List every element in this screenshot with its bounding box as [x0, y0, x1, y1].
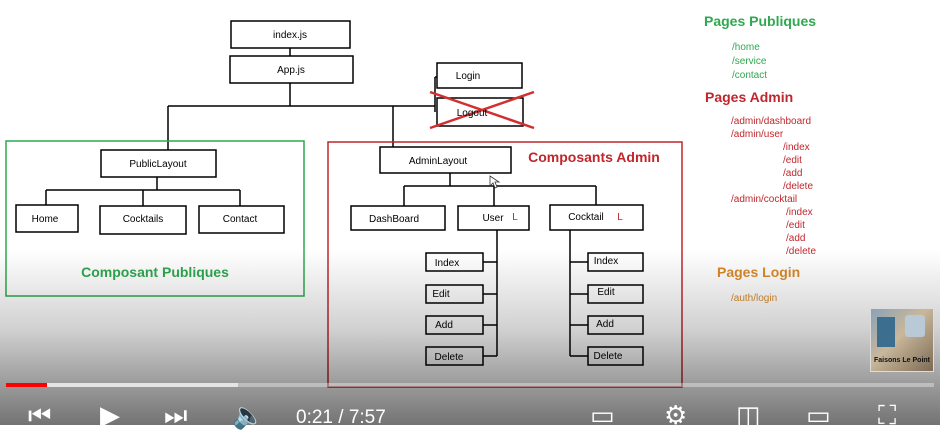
theater-mode-icon[interactable]: ▭: [806, 401, 831, 431]
node-cocktail: Cocktail: [568, 212, 604, 223]
node-logout: Logout: [457, 108, 488, 119]
channel-name: Faisons Le Point: [873, 357, 930, 364]
connectors: [45, 48, 597, 357]
admin-group-title: Composants Admin: [528, 149, 660, 165]
node-cocktail-edit: Edit: [597, 287, 614, 298]
routes-admin-title: Pages Admin: [705, 89, 793, 105]
progress-played: [6, 383, 47, 387]
route-lists: Pages Publiques/home/service/contact Page…: [704, 13, 816, 304]
subtitles-icon[interactable]: ▭: [590, 401, 615, 431]
route-public-item: /contact: [732, 70, 767, 81]
node-cocktail-index: Index: [594, 256, 618, 267]
routes-login-title: Pages Login: [717, 264, 800, 280]
node-public-layout: PublicLayout: [129, 159, 186, 170]
node-user: User: [482, 213, 504, 224]
route-admin-item: /admin/dashboard: [731, 116, 811, 127]
progress-bar[interactable]: [6, 383, 934, 387]
node-user-delete: Delete: [435, 352, 464, 363]
public-group-title: Composant Publiques: [81, 264, 229, 280]
fullscreen-icon[interactable]: ⛶: [878, 401, 896, 431]
route-admin-item: /delete: [783, 181, 813, 192]
node-home: Home: [32, 214, 59, 225]
node-cocktail-edit-box: [587, 284, 644, 304]
node-cocktail-delete: Delete: [594, 351, 623, 362]
play-icon[interactable]: ▶: [100, 401, 120, 431]
node-cocktail-add: Add: [596, 319, 614, 330]
previous-icon[interactable]: ⏮: [28, 401, 51, 431]
thumbnail-figure: [877, 317, 895, 347]
route-admin-item: /add: [783, 168, 802, 179]
node-dashboard: DashBoard: [369, 214, 419, 225]
time-display: 0:21 / 7:57: [296, 407, 386, 428]
next-icon[interactable]: ⏭: [164, 401, 187, 431]
route-admin-item: /edit: [786, 220, 805, 231]
miniplayer-icon[interactable]: ◫: [736, 401, 761, 431]
node-user-edit: Edit: [432, 289, 449, 300]
route-admin-item: /index: [783, 142, 810, 153]
architecture-diagram: index.js App.js Login Logout PublicLayou…: [5, 13, 816, 388]
node-index-js: index.js: [273, 30, 307, 41]
route-public-item: /service: [732, 56, 767, 67]
route-login-item: /auth/login: [731, 293, 777, 304]
node-cocktails: Cocktails: [123, 214, 164, 225]
user-marker: L: [512, 212, 518, 223]
route-admin-item: /delete: [786, 246, 816, 257]
settings-icon[interactable]: ⚙: [664, 401, 687, 431]
node-user-add: Add: [435, 320, 453, 331]
thumbnail-object: [905, 315, 925, 337]
route-public-item: /home: [732, 42, 760, 53]
route-admin-item: /index: [786, 207, 813, 218]
route-admin-item: /edit: [783, 155, 802, 166]
node-contact: Contact: [223, 214, 258, 225]
route-admin-item: /admin/cocktail: [731, 194, 797, 205]
cocktail-marker: L: [617, 212, 623, 223]
node-admin-layout: AdminLayout: [409, 156, 468, 167]
channel-thumbnail[interactable]: Faisons Le Point: [870, 308, 934, 372]
route-admin-item: /add: [786, 233, 805, 244]
route-admin-item: /admin/user: [731, 129, 784, 140]
player-controls: ⏮ ▶ ⏭ 🔈 0:21 / 7:57 ▭ ⚙ ◫ ▭ ⛶: [0, 395, 940, 431]
routes-public-title: Pages Publiques: [704, 13, 816, 29]
node-user-index: Index: [435, 258, 459, 269]
node-app-js: App.js: [277, 65, 305, 76]
volume-icon[interactable]: 🔈: [232, 401, 264, 431]
node-login: Login: [456, 71, 480, 82]
